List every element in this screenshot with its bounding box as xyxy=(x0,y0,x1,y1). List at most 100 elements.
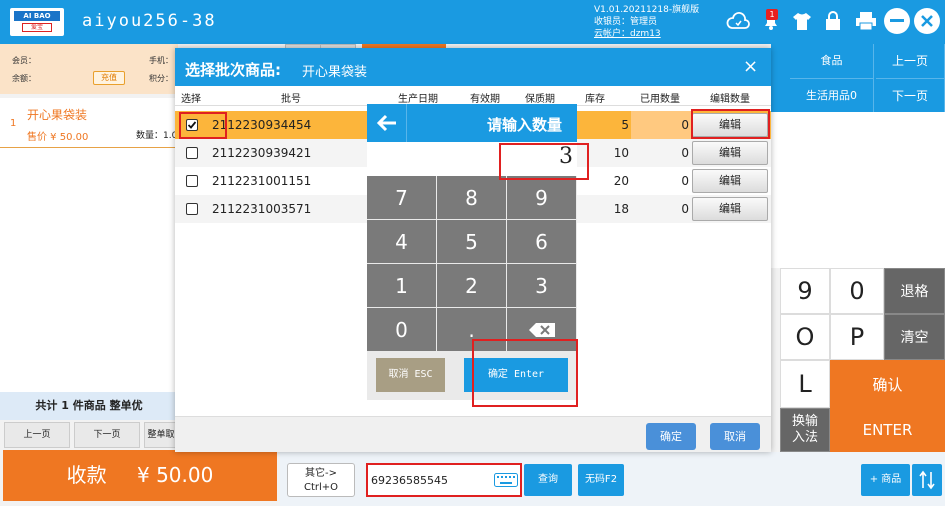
checkbox-highlight xyxy=(179,112,227,139)
edit-highlight xyxy=(691,109,770,139)
dialog-close-icon[interactable]: × xyxy=(743,56,758,77)
key-confirm[interactable]: 确认 xyxy=(830,360,945,408)
row-checkbox[interactable] xyxy=(186,203,198,215)
key-l[interactable]: L xyxy=(780,360,830,408)
row-edit-button[interactable]: 编辑 xyxy=(692,169,768,193)
sort-arrows-icon xyxy=(919,470,935,490)
key-0[interactable]: 0 xyxy=(830,268,884,314)
back-arrow-icon[interactable] xyxy=(367,104,407,142)
product-grid xyxy=(771,112,945,268)
shirt-icon[interactable] xyxy=(789,8,815,34)
no-barcode-button[interactable]: 无码F2 xyxy=(578,464,624,496)
balance-label: 余额： xyxy=(12,74,36,83)
category-food[interactable]: 食品 xyxy=(790,44,874,78)
key-p[interactable]: P xyxy=(830,314,884,360)
member-label: 会员： xyxy=(12,56,36,65)
dialog-header: 选择批次商品: 开心果袋装 × xyxy=(175,48,771,86)
col-used: 已用数量 xyxy=(640,94,680,105)
lock-icon[interactable] xyxy=(820,8,846,34)
dialog-confirm-button[interactable]: 确定 xyxy=(646,423,696,450)
category-prev-page[interactable]: 上一页 xyxy=(876,44,945,78)
col-shelf-life: 保质期 xyxy=(525,94,555,105)
minimize-icon[interactable] xyxy=(884,8,910,34)
notification-badge: 1 xyxy=(766,9,778,20)
pad-key-7[interactable]: 7 xyxy=(367,176,436,219)
cart-item-price: 售价 ¥ 50.00 xyxy=(27,132,89,143)
cashier-text: 收银员：管理员 xyxy=(594,17,658,27)
row-checkbox[interactable] xyxy=(186,147,198,159)
category-daily[interactable]: 生活用品0 xyxy=(790,78,874,112)
order-summary: 共计 1 件商品 整单优 xyxy=(0,392,178,420)
printer-icon[interactable] xyxy=(853,8,879,34)
pad-key-6[interactable]: 6 xyxy=(507,220,576,263)
cart-item-name: 开心果袋装 xyxy=(27,108,88,122)
col-edit: 编辑数量 xyxy=(710,94,750,105)
row-edit-button[interactable]: 编辑 xyxy=(692,197,768,221)
points-label: 积分： xyxy=(149,74,173,83)
row-stock: 5 xyxy=(621,118,629,132)
cart-list-area xyxy=(0,148,178,392)
row-stock: 18 xyxy=(613,202,629,216)
close-icon[interactable] xyxy=(914,8,940,34)
app-logo: AI BAO 爱宝 xyxy=(10,8,64,36)
dialog-cancel-button[interactable]: 取消 xyxy=(710,423,760,450)
pad-key-0[interactable]: 0 xyxy=(367,308,436,351)
pay-button[interactable]: 收款 ¥ 50.00 xyxy=(3,450,277,501)
version-info: V1.01.20211218-旗舰版 收银员：管理员 云帐户：dzm13 xyxy=(594,4,699,40)
col-select: 选择 xyxy=(181,94,201,105)
sort-toggle-button[interactable] xyxy=(912,464,942,496)
row-checkbox[interactable] xyxy=(186,175,198,187)
whole-order-button[interactable]: 整单取 xyxy=(144,422,178,448)
row-used: 0 xyxy=(681,118,689,132)
cart-item-index: 1 xyxy=(10,118,17,129)
backspace-icon xyxy=(528,322,555,337)
row-used: 0 xyxy=(681,174,689,188)
key-clear[interactable]: 清空 xyxy=(884,314,945,360)
dialog-product-name: 开心果袋装 xyxy=(302,65,368,80)
pay-amount: ¥ 50.00 xyxy=(137,463,214,487)
key-switch-ime[interactable]: 换输入法 xyxy=(780,408,830,452)
query-button[interactable]: 查询 xyxy=(524,464,572,496)
row-stock: 20 xyxy=(613,174,629,188)
cart-item-qty: 数量：1.0 xyxy=(136,131,178,141)
cloud-icon[interactable] xyxy=(725,8,751,34)
key-backspace[interactable]: 退格 xyxy=(884,268,945,314)
key-o[interactable]: O xyxy=(780,314,830,360)
pad-key-5[interactable]: 5 xyxy=(437,220,506,263)
keypad-title: 请输入数量 xyxy=(487,116,563,134)
category-next-page[interactable]: 下一页 xyxy=(876,78,945,112)
key-enter[interactable]: ENTER xyxy=(830,408,945,452)
pad-key-3[interactable]: 3 xyxy=(507,264,576,307)
col-expiry: 有效期 xyxy=(470,94,500,105)
member-info-panel xyxy=(0,44,178,94)
keypad-cancel-button[interactable]: 取消 ESC xyxy=(376,358,445,392)
table-header: 选择 批号 生产日期 有效期 保质期 库存 已用数量 编辑数量 xyxy=(175,86,771,106)
add-product-button[interactable]: + 商品 xyxy=(861,464,910,496)
dialog-title: 选择批次商品: xyxy=(185,61,281,79)
confirm-highlight xyxy=(472,339,578,407)
pad-key-2[interactable]: 2 xyxy=(437,264,506,307)
cart-prev-page-button[interactable]: 上一页 xyxy=(4,422,70,448)
version-text: V1.01.20211218-旗舰版 xyxy=(594,5,700,15)
cart-item[interactable]: 1 开心果袋装 售价 ¥ 50.00 数量：1.0 xyxy=(0,98,178,148)
row-batch: 2112231001151 xyxy=(212,174,312,188)
cart-next-page-button[interactable]: 下一页 xyxy=(74,422,140,448)
col-stock: 库存 xyxy=(585,94,605,105)
row-edit-button[interactable]: 编辑 xyxy=(692,141,768,165)
value-highlight xyxy=(499,143,589,180)
key-9[interactable]: 9 xyxy=(780,268,830,314)
pad-key-4[interactable]: 4 xyxy=(367,220,436,263)
phone-label: 手机： xyxy=(149,56,173,65)
cloud-account-link[interactable]: 云帐户：dzm13 xyxy=(594,28,699,40)
col-batch: 批号 xyxy=(281,94,301,105)
row-used: 0 xyxy=(681,202,689,216)
pad-key-1[interactable]: 1 xyxy=(367,264,436,307)
pad-key-8[interactable]: 8 xyxy=(437,176,506,219)
other-button[interactable]: 其它-> Ctrl+O xyxy=(287,463,355,497)
logo-sub: 爱宝 xyxy=(22,23,52,32)
recharge-button[interactable]: 充值 xyxy=(93,71,125,85)
pay-label: 收款 xyxy=(66,463,107,487)
pad-key-9[interactable]: 9 xyxy=(507,176,576,219)
col-production-date: 生产日期 xyxy=(398,94,438,105)
row-batch: 2112231003571 xyxy=(212,202,312,216)
